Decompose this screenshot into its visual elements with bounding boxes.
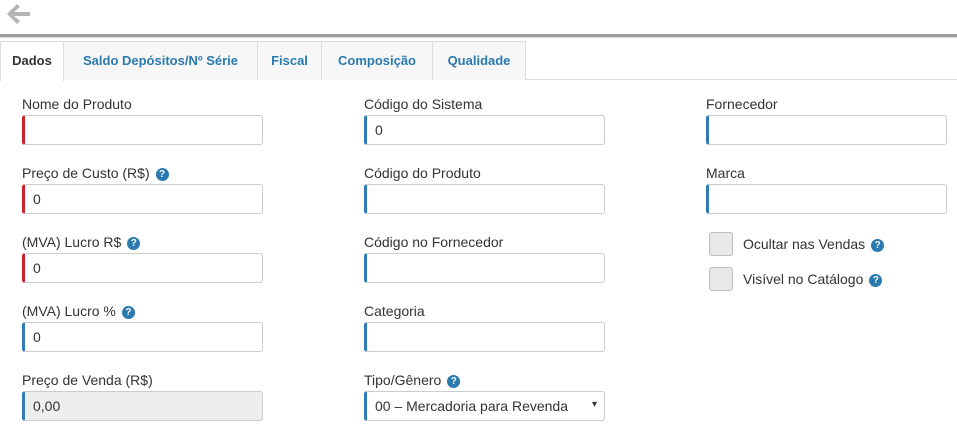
categoria-label: Categoria bbox=[364, 303, 425, 319]
nome-produto-label: Nome do Produto bbox=[22, 96, 132, 112]
tab-saldo-depositos[interactable]: Saldo Depósitos/Nº Série bbox=[63, 41, 258, 80]
top-divider-shadow bbox=[0, 37, 957, 38]
question-circle-icon[interactable]: ? bbox=[155, 168, 169, 181]
fornecedor-label: Fornecedor bbox=[706, 96, 778, 112]
fornecedor-input[interactable] bbox=[706, 115, 947, 145]
ocultar-vendas-label: Ocultar nas Vendas? bbox=[743, 236, 885, 252]
categoria-input[interactable] bbox=[364, 322, 605, 352]
codigo-sistema-input[interactable] bbox=[364, 115, 605, 145]
tipo-genero-value[interactable]: 00 – Mercadoria para Revenda bbox=[364, 391, 605, 421]
codigo-produto-label: Código do Produto bbox=[364, 165, 481, 181]
nome-produto-input[interactable] bbox=[22, 115, 263, 145]
mva-lucro-pct-input[interactable] bbox=[22, 322, 263, 352]
visivel-catalogo-label: Visível no Catálogo? bbox=[743, 271, 883, 287]
tipo-genero-select[interactable]: 00 – Mercadoria para Revenda ▾ bbox=[364, 391, 605, 421]
question-circle-icon[interactable]: ? bbox=[869, 274, 883, 287]
mva-lucro-pct-label: (MVA) Lucro %? bbox=[22, 303, 135, 319]
codigo-fornecedor-input[interactable] bbox=[364, 253, 605, 283]
codigo-sistema-label: Código do Sistema bbox=[364, 96, 483, 112]
tab-bar: Dados Saldo Depósitos/Nº Série Fiscal Co… bbox=[0, 41, 957, 81]
mva-lucro-rs-input[interactable] bbox=[22, 253, 263, 283]
question-circle-icon[interactable]: ? bbox=[121, 306, 135, 319]
codigo-fornecedor-label: Código no Fornecedor bbox=[364, 234, 504, 250]
tab-dados[interactable]: Dados bbox=[0, 41, 64, 81]
marca-label: Marca bbox=[706, 165, 745, 181]
tab-fiscal[interactable]: Fiscal bbox=[257, 41, 322, 80]
preco-venda-input bbox=[22, 391, 263, 421]
question-circle-icon[interactable]: ? bbox=[871, 239, 885, 252]
question-circle-icon[interactable]: ? bbox=[447, 375, 461, 388]
preco-custo-input[interactable] bbox=[22, 184, 263, 214]
visivel-catalogo-checkbox[interactable] bbox=[709, 267, 733, 291]
ocultar-vendas-checkbox[interactable] bbox=[709, 232, 733, 256]
preco-venda-label: Preço de Venda (R$) bbox=[22, 372, 153, 388]
marca-input[interactable] bbox=[706, 184, 947, 214]
tipo-genero-label: Tipo/Gênero? bbox=[364, 372, 461, 388]
tab-qualidade[interactable]: Qualidade bbox=[432, 41, 526, 80]
mva-lucro-rs-label: (MVA) Lucro R$? bbox=[22, 234, 141, 250]
preco-custo-label: Preço de Custo (R$)? bbox=[22, 165, 169, 181]
top-bar bbox=[0, 0, 957, 34]
codigo-produto-input[interactable] bbox=[364, 184, 605, 214]
tab-composicao[interactable]: Composição bbox=[321, 41, 433, 80]
arrow-left-icon[interactable] bbox=[4, 2, 32, 26]
question-circle-icon[interactable]: ? bbox=[127, 237, 141, 250]
